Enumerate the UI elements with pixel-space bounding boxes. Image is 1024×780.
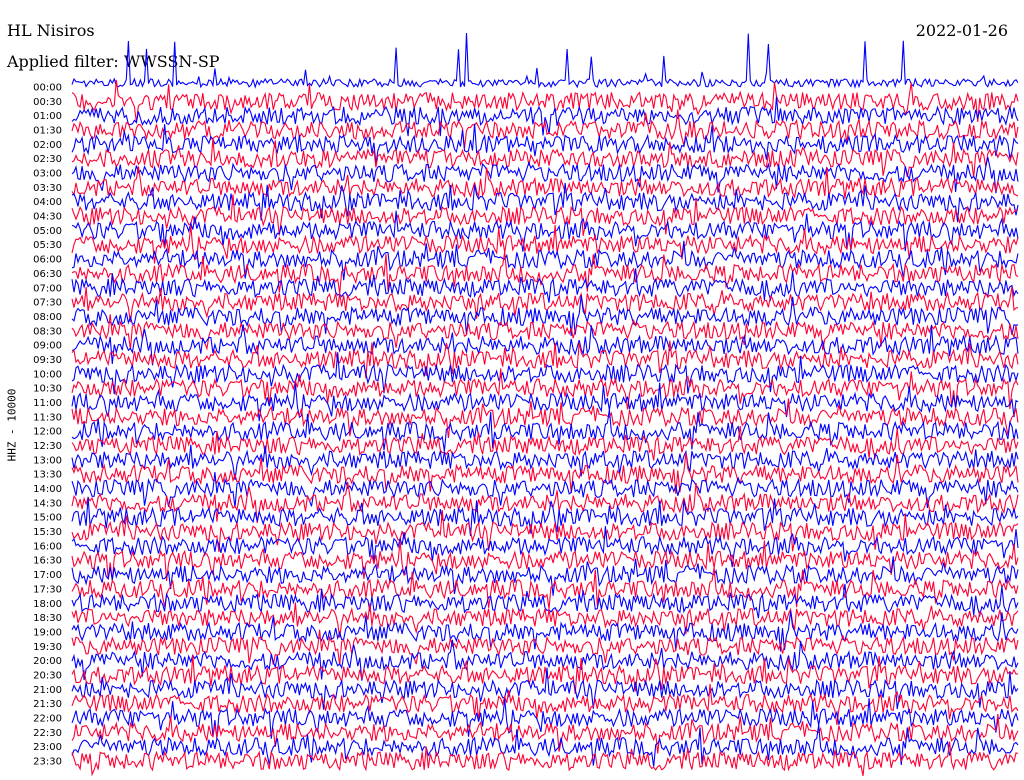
row-label-0800: 08:00 bbox=[33, 312, 62, 323]
row-label-1630: 16:30 bbox=[33, 556, 62, 567]
row-label-1930: 19:30 bbox=[33, 642, 62, 653]
trace-row-0000 bbox=[71, 32, 1019, 89]
row-label-0000: 00:00 bbox=[33, 83, 62, 94]
row-label-1500: 15:00 bbox=[33, 513, 62, 524]
row-label-1900: 19:00 bbox=[33, 627, 62, 638]
trace-row-2230 bbox=[71, 713, 1019, 754]
row-label-1600: 16:00 bbox=[33, 541, 62, 552]
row-label-0830: 08:30 bbox=[33, 326, 62, 337]
row-label-0230: 02:30 bbox=[33, 154, 62, 165]
row-label-2330: 23:30 bbox=[33, 757, 62, 768]
row-label-0600: 06:00 bbox=[33, 255, 62, 266]
trace-row-1800 bbox=[71, 583, 1019, 619]
row-label-2200: 22:00 bbox=[33, 713, 62, 724]
row-label-1800: 18:00 bbox=[33, 599, 62, 610]
row-label-1830: 18:30 bbox=[33, 613, 62, 624]
row-label-1400: 14:00 bbox=[33, 484, 62, 495]
row-label-1100: 11:00 bbox=[33, 398, 62, 409]
row-label-1030: 10:30 bbox=[33, 384, 62, 395]
row-label-1000: 10:00 bbox=[33, 369, 62, 380]
row-label-0400: 04:00 bbox=[33, 197, 62, 208]
row-label-2300: 23:00 bbox=[33, 742, 62, 753]
row-label-0500: 05:00 bbox=[33, 226, 62, 237]
row-label-0630: 06:30 bbox=[33, 269, 62, 280]
row-label-2000: 20:00 bbox=[33, 656, 62, 667]
row-label-2130: 21:30 bbox=[33, 699, 62, 710]
helicorder-plot: 00:00 00:30 01:00 01:30 02:00 02:30 03:00 03:30… bbox=[33, 32, 1019, 777]
row-label-1300: 13:00 bbox=[33, 455, 62, 466]
row-label-1200: 12:00 bbox=[33, 427, 62, 438]
helicorder-page: HL Nisiros 2022-01-26 Applied filter: WW… bbox=[0, 0, 1024, 780]
row-label-1700: 17:00 bbox=[33, 570, 62, 581]
row-label-2230: 22:30 bbox=[33, 728, 62, 739]
row-label-1330: 13:30 bbox=[33, 470, 62, 481]
row-label-0930: 09:30 bbox=[33, 355, 62, 366]
row-label-1530: 15:30 bbox=[33, 527, 62, 538]
row-label-0100: 01:00 bbox=[33, 111, 62, 122]
trace-row-1500 bbox=[71, 496, 1019, 537]
row-label-0130: 01:30 bbox=[33, 126, 62, 137]
row-label-0200: 02:00 bbox=[33, 140, 62, 151]
row-label-0330: 03:30 bbox=[33, 183, 62, 194]
row-label-2100: 21:00 bbox=[33, 685, 62, 696]
row-label-1130: 11:30 bbox=[33, 412, 62, 423]
row-label-0530: 05:30 bbox=[33, 240, 62, 251]
row-label-1430: 14:30 bbox=[33, 498, 62, 509]
row-label-0430: 04:30 bbox=[33, 212, 62, 223]
row-label-0900: 09:00 bbox=[33, 341, 62, 352]
row-label-0700: 07:00 bbox=[33, 283, 62, 294]
row-label-0730: 07:30 bbox=[33, 298, 62, 309]
row-label-0030: 00:30 bbox=[33, 97, 62, 108]
row-label-2030: 20:30 bbox=[33, 670, 62, 681]
row-label-1730: 17:30 bbox=[33, 584, 62, 595]
row-label-0300: 03:00 bbox=[33, 169, 62, 180]
row-label-1230: 12:30 bbox=[33, 441, 62, 452]
